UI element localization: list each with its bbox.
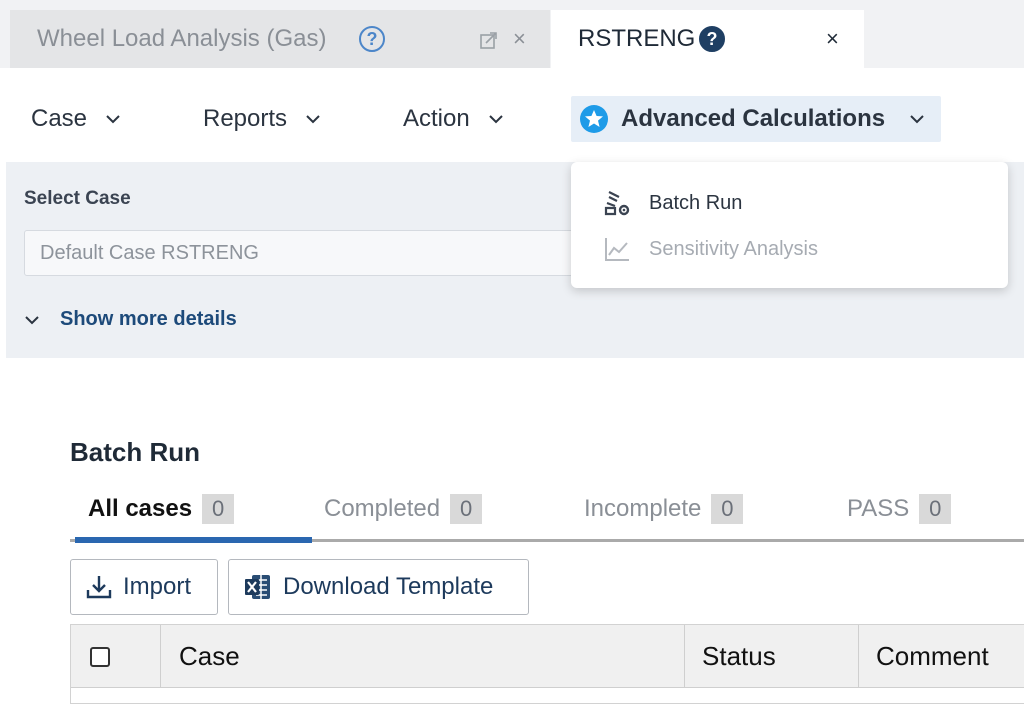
dropdown-item-sensitivity-analysis[interactable]: Sensitivity Analysis xyxy=(603,234,818,264)
tab-label: Completed xyxy=(324,495,441,522)
tab-wheel-load-analysis[interactable]: Wheel Load Analysis (Gas) ? × xyxy=(10,10,550,68)
count-badge: 0 xyxy=(919,494,952,524)
advanced-calculations-label: Advanced Calculations xyxy=(621,105,886,132)
close-icon[interactable]: × xyxy=(826,24,839,54)
excel-icon xyxy=(245,575,270,599)
download-icon xyxy=(86,576,112,599)
count-badge: 0 xyxy=(202,494,235,524)
batch-run-table: Case Status Comment xyxy=(70,624,1024,704)
chevron-down-icon xyxy=(106,115,120,124)
reports-menu[interactable]: Reports xyxy=(203,96,321,142)
count-badge: 0 xyxy=(450,494,483,524)
advanced-calculations-dropdown: Batch Run Sensitivity Analysis xyxy=(571,162,1008,288)
import-label: Import xyxy=(123,573,192,600)
menu-bar: Case Reports Action Advanced Calculation… xyxy=(0,68,1024,162)
count-badge: 0 xyxy=(711,494,744,524)
action-menu[interactable]: Action xyxy=(403,96,504,142)
dropdown-item-batch-run[interactable]: Batch Run xyxy=(603,188,742,218)
tab-label: Incomplete xyxy=(584,495,702,522)
tab-strip: Wheel Load Analysis (Gas) ? × RSTRENG ? … xyxy=(0,0,1024,68)
select-case-label: Select Case xyxy=(24,188,131,209)
show-more-details-label: Show more details xyxy=(60,308,237,330)
chevron-down-icon xyxy=(306,115,320,124)
show-more-details-toggle[interactable]: Show more details xyxy=(24,308,237,331)
column-header-label: Comment xyxy=(876,641,989,671)
batch-run-label: Batch Run xyxy=(649,191,743,214)
case-menu-label: Case xyxy=(31,105,88,132)
help-icon[interactable]: ? xyxy=(699,26,725,52)
reports-menu-label: Reports xyxy=(203,105,288,132)
tab-title: RSTRENG xyxy=(578,25,696,52)
tab-pass[interactable]: PASS 0 xyxy=(847,494,952,524)
tab-label: PASS xyxy=(847,495,910,522)
tab-completed[interactable]: Completed 0 xyxy=(324,494,483,524)
chevron-down-icon xyxy=(25,315,39,324)
tab-rstreng[interactable]: RSTRENG ? × xyxy=(551,10,864,68)
star-icon xyxy=(580,105,608,133)
chevron-down-icon xyxy=(910,115,924,124)
active-tab-indicator xyxy=(75,537,312,543)
tab-all-cases[interactable]: All cases 0 xyxy=(88,494,235,524)
import-button[interactable]: Import xyxy=(70,559,218,615)
advanced-calculations-menu[interactable]: Advanced Calculations xyxy=(571,96,941,142)
column-header-case[interactable]: Case xyxy=(160,625,684,688)
popout-icon[interactable] xyxy=(480,31,498,49)
download-template-button[interactable]: Download Template xyxy=(228,559,529,615)
table-header: Case Status Comment xyxy=(71,625,1024,688)
tab-incomplete[interactable]: Incomplete 0 xyxy=(584,494,744,524)
action-menu-label: Action xyxy=(403,105,470,132)
chevron-down-icon xyxy=(488,115,503,124)
batch-run-icon xyxy=(604,191,630,216)
tab-title: Wheel Load Analysis (Gas) xyxy=(37,25,327,52)
close-icon[interactable]: × xyxy=(513,24,526,54)
case-select-field[interactable]: Default Case RSTRENG xyxy=(24,230,604,276)
select-all-checkbox[interactable] xyxy=(90,647,110,667)
tab-label: All cases xyxy=(88,495,193,522)
batch-run-title: Batch Run xyxy=(70,437,200,467)
help-icon[interactable]: ? xyxy=(359,26,385,52)
column-header-label: Status xyxy=(702,641,776,671)
case-menu[interactable]: Case xyxy=(31,96,121,142)
line-chart-icon xyxy=(605,238,629,261)
column-header-comment[interactable]: Comment xyxy=(858,625,1024,688)
filter-tabs: All cases 0 Completed 0 Incomplete 0 PAS… xyxy=(70,486,1024,543)
download-template-label: Download Template xyxy=(283,573,494,600)
sensitivity-analysis-label: Sensitivity Analysis xyxy=(649,237,818,260)
column-header-status[interactable]: Status xyxy=(684,625,858,688)
column-header-label: Case xyxy=(179,641,240,671)
